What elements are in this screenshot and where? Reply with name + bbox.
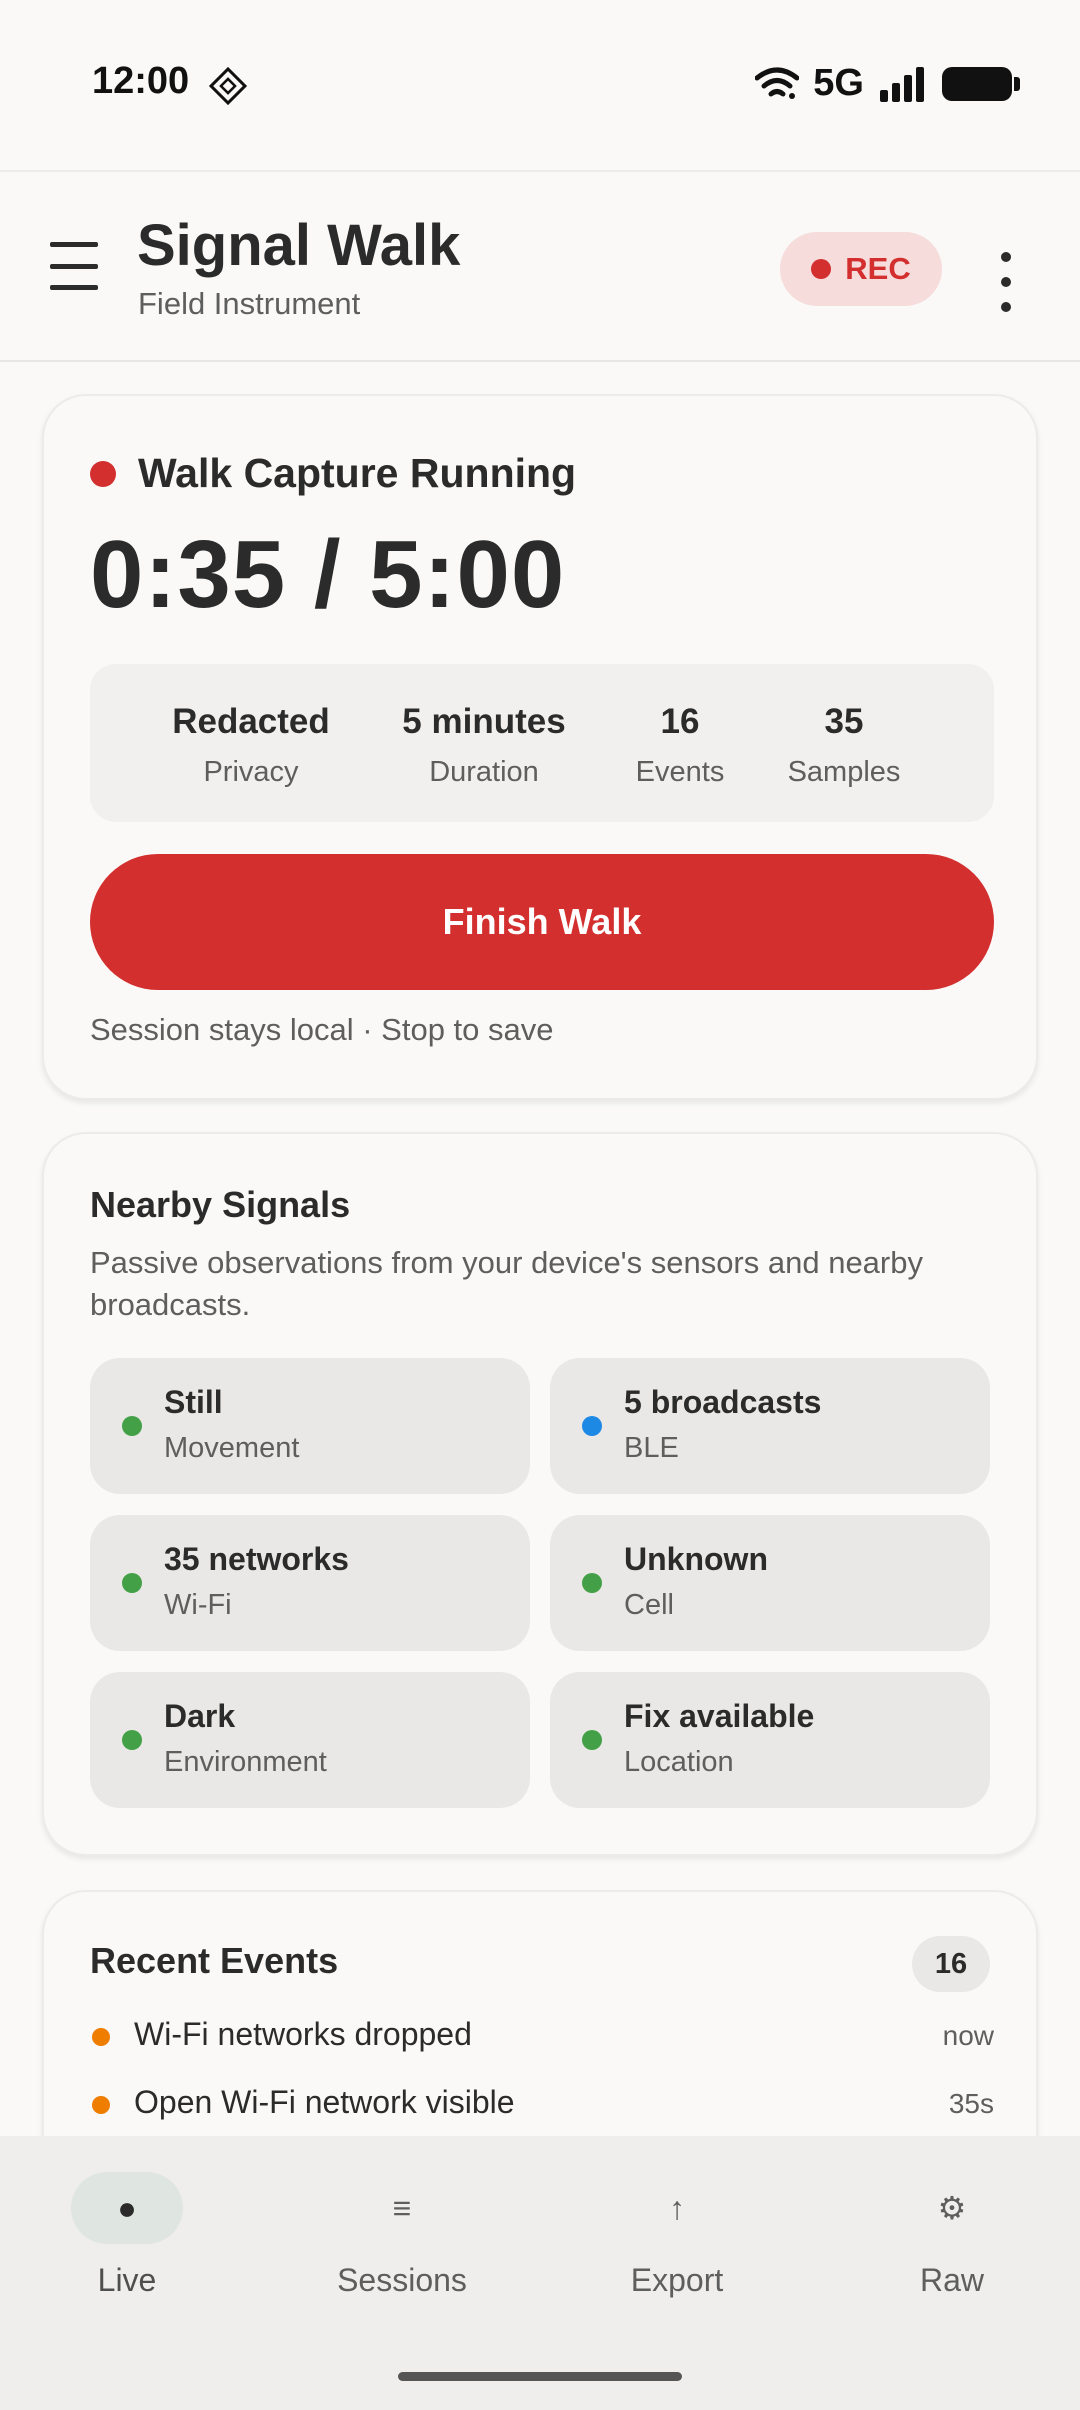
- tile-label: Movement: [164, 1432, 300, 1464]
- menu-icon[interactable]: [42, 234, 106, 298]
- signal-tile-environment[interactable]: Dark Environment: [90, 1672, 530, 1808]
- event-row[interactable]: Wi-Fi networks dropped now: [90, 2008, 994, 2064]
- status-dot-icon: [122, 1573, 142, 1593]
- tile-label: BLE: [624, 1432, 679, 1464]
- stat-value: 35: [824, 702, 864, 741]
- bottom-navigation: ● Live ≡ Sessions ↑ Export ⚙ Raw: [0, 2136, 1080, 2410]
- rec-badge[interactable]: REC: [780, 232, 942, 306]
- app-title: Signal Walk: [137, 213, 461, 278]
- stat-events: 16 Events: [620, 702, 740, 789]
- stat-samples: 35 Samples: [774, 702, 914, 789]
- event-text: Open Wi-Fi network visible: [134, 2084, 515, 2120]
- signals-title: Nearby Signals: [90, 1184, 351, 1225]
- status-dot-icon: [122, 1416, 142, 1436]
- nearby-signals-card: Nearby Signals Passive observations from…: [42, 1132, 1038, 1856]
- signal-tile-ble[interactable]: 5 broadcasts BLE: [550, 1358, 990, 1494]
- nav-label: Export: [630, 2262, 724, 2298]
- status-dot-icon: [582, 1416, 602, 1436]
- status-bar: 12:00 5G: [0, 0, 1080, 170]
- nav-item-raw[interactable]: ⚙ Raw: [852, 2172, 1052, 2299]
- tile-value: 35 networks: [164, 1541, 349, 1577]
- wifi-icon: [755, 67, 800, 99]
- capture-title: Walk Capture Running: [138, 450, 577, 496]
- stat-value: Redacted: [172, 702, 330, 741]
- gear-icon: ⚙: [937, 2190, 967, 2226]
- events-title: Recent Events: [90, 1940, 339, 1981]
- tile-value: Dark: [164, 1698, 236, 1734]
- event-time: 35s: [948, 2088, 994, 2119]
- status-icons: 5G: [755, 62, 1020, 105]
- nav-icon-container: ⚙: [896, 2172, 1008, 2244]
- stat-label: Duration: [429, 756, 539, 788]
- recording-dot-icon: [90, 460, 116, 487]
- status-time: 12:00: [92, 60, 190, 102]
- upload-arrow-icon: ↑: [669, 2189, 685, 2226]
- stat-label: Events: [635, 756, 725, 788]
- event-text: Wi-Fi networks dropped: [134, 2016, 472, 2052]
- stat-duration: 5 minutes Duration: [384, 702, 584, 789]
- tile-value: 5 broadcasts: [624, 1384, 822, 1420]
- nav-label: Live: [97, 2262, 157, 2298]
- events-count-badge: 16: [912, 1936, 990, 1992]
- status-dot-icon: [582, 1573, 602, 1593]
- nav-item-sessions[interactable]: ≡ Sessions: [302, 2172, 502, 2299]
- capture-card: Walk Capture Running 0:35 / 5:00 Redacte…: [42, 394, 1038, 1100]
- stat-privacy: Redacted Privacy: [160, 702, 342, 789]
- app-subtitle: Field Instrument: [138, 286, 361, 321]
- app-screen: 12:00 5G Signal Walk Field Instrument RE…: [0, 0, 1080, 2410]
- nav-label: Sessions: [337, 2262, 467, 2298]
- stat-label: Samples: [787, 756, 901, 788]
- capture-note: Session stays local · Stop to save: [90, 1012, 554, 1047]
- capture-stats: Redacted Privacy 5 minutes Duration 16 E…: [90, 664, 994, 822]
- signal-tile-cell[interactable]: Unknown Cell: [550, 1515, 990, 1651]
- network-type: 5G: [813, 62, 864, 104]
- stat-value: 16: [660, 702, 700, 741]
- tile-label: Environment: [164, 1746, 327, 1778]
- signals-description: Passive observations from your device's …: [90, 1245, 923, 1322]
- event-dot-icon: [92, 2096, 110, 2114]
- signal-tile-location[interactable]: Fix available Location: [550, 1672, 990, 1808]
- nav-icon-container: ≡: [346, 2172, 458, 2244]
- tile-value: Unknown: [624, 1541, 768, 1577]
- tile-label: Cell: [624, 1589, 674, 1621]
- tile-value: Still: [164, 1384, 223, 1420]
- nav-icon-container: ●: [71, 2172, 183, 2244]
- status-dot-icon: [122, 1730, 142, 1750]
- tile-value: Fix available: [624, 1698, 815, 1734]
- app-bar: Signal Walk Field Instrument REC: [0, 170, 1080, 362]
- finish-walk-button[interactable]: Finish Walk: [90, 854, 994, 990]
- rec-label: REC: [845, 251, 911, 286]
- stat-label: Privacy: [203, 756, 299, 788]
- event-dot-icon: [92, 2028, 110, 2046]
- nav-item-export[interactable]: ↑ Export: [577, 2172, 777, 2299]
- signal-tile-wifi[interactable]: 35 networks Wi-Fi: [90, 1515, 530, 1651]
- tile-label: Location: [624, 1746, 734, 1778]
- event-row[interactable]: Open Wi-Fi network visible 35s: [90, 2076, 994, 2132]
- event-time: now: [942, 2020, 994, 2051]
- nav-label: Raw: [919, 2262, 984, 2298]
- capture-timer: 0:35 / 5:00: [90, 521, 566, 628]
- list-icon: ≡: [392, 2189, 412, 2226]
- nav-item-live[interactable]: ● Live: [27, 2172, 227, 2299]
- rec-dot-icon: [811, 259, 832, 279]
- notification-icon: [208, 66, 248, 106]
- signal-bars-icon: [880, 66, 924, 102]
- more-vert-icon[interactable]: [990, 252, 1022, 312]
- stat-value: 5 minutes: [402, 702, 566, 741]
- tile-label: Wi-Fi: [164, 1589, 232, 1621]
- signal-tile-movement[interactable]: Still Movement: [90, 1358, 530, 1494]
- live-dot-icon: ●: [117, 2189, 137, 2226]
- status-dot-icon: [582, 1730, 602, 1750]
- capture-header: Walk Capture Running: [90, 450, 576, 497]
- nav-icon-container: ↑: [621, 2172, 733, 2244]
- gesture-handle[interactable]: [398, 2372, 682, 2381]
- battery-icon: [942, 66, 1020, 101]
